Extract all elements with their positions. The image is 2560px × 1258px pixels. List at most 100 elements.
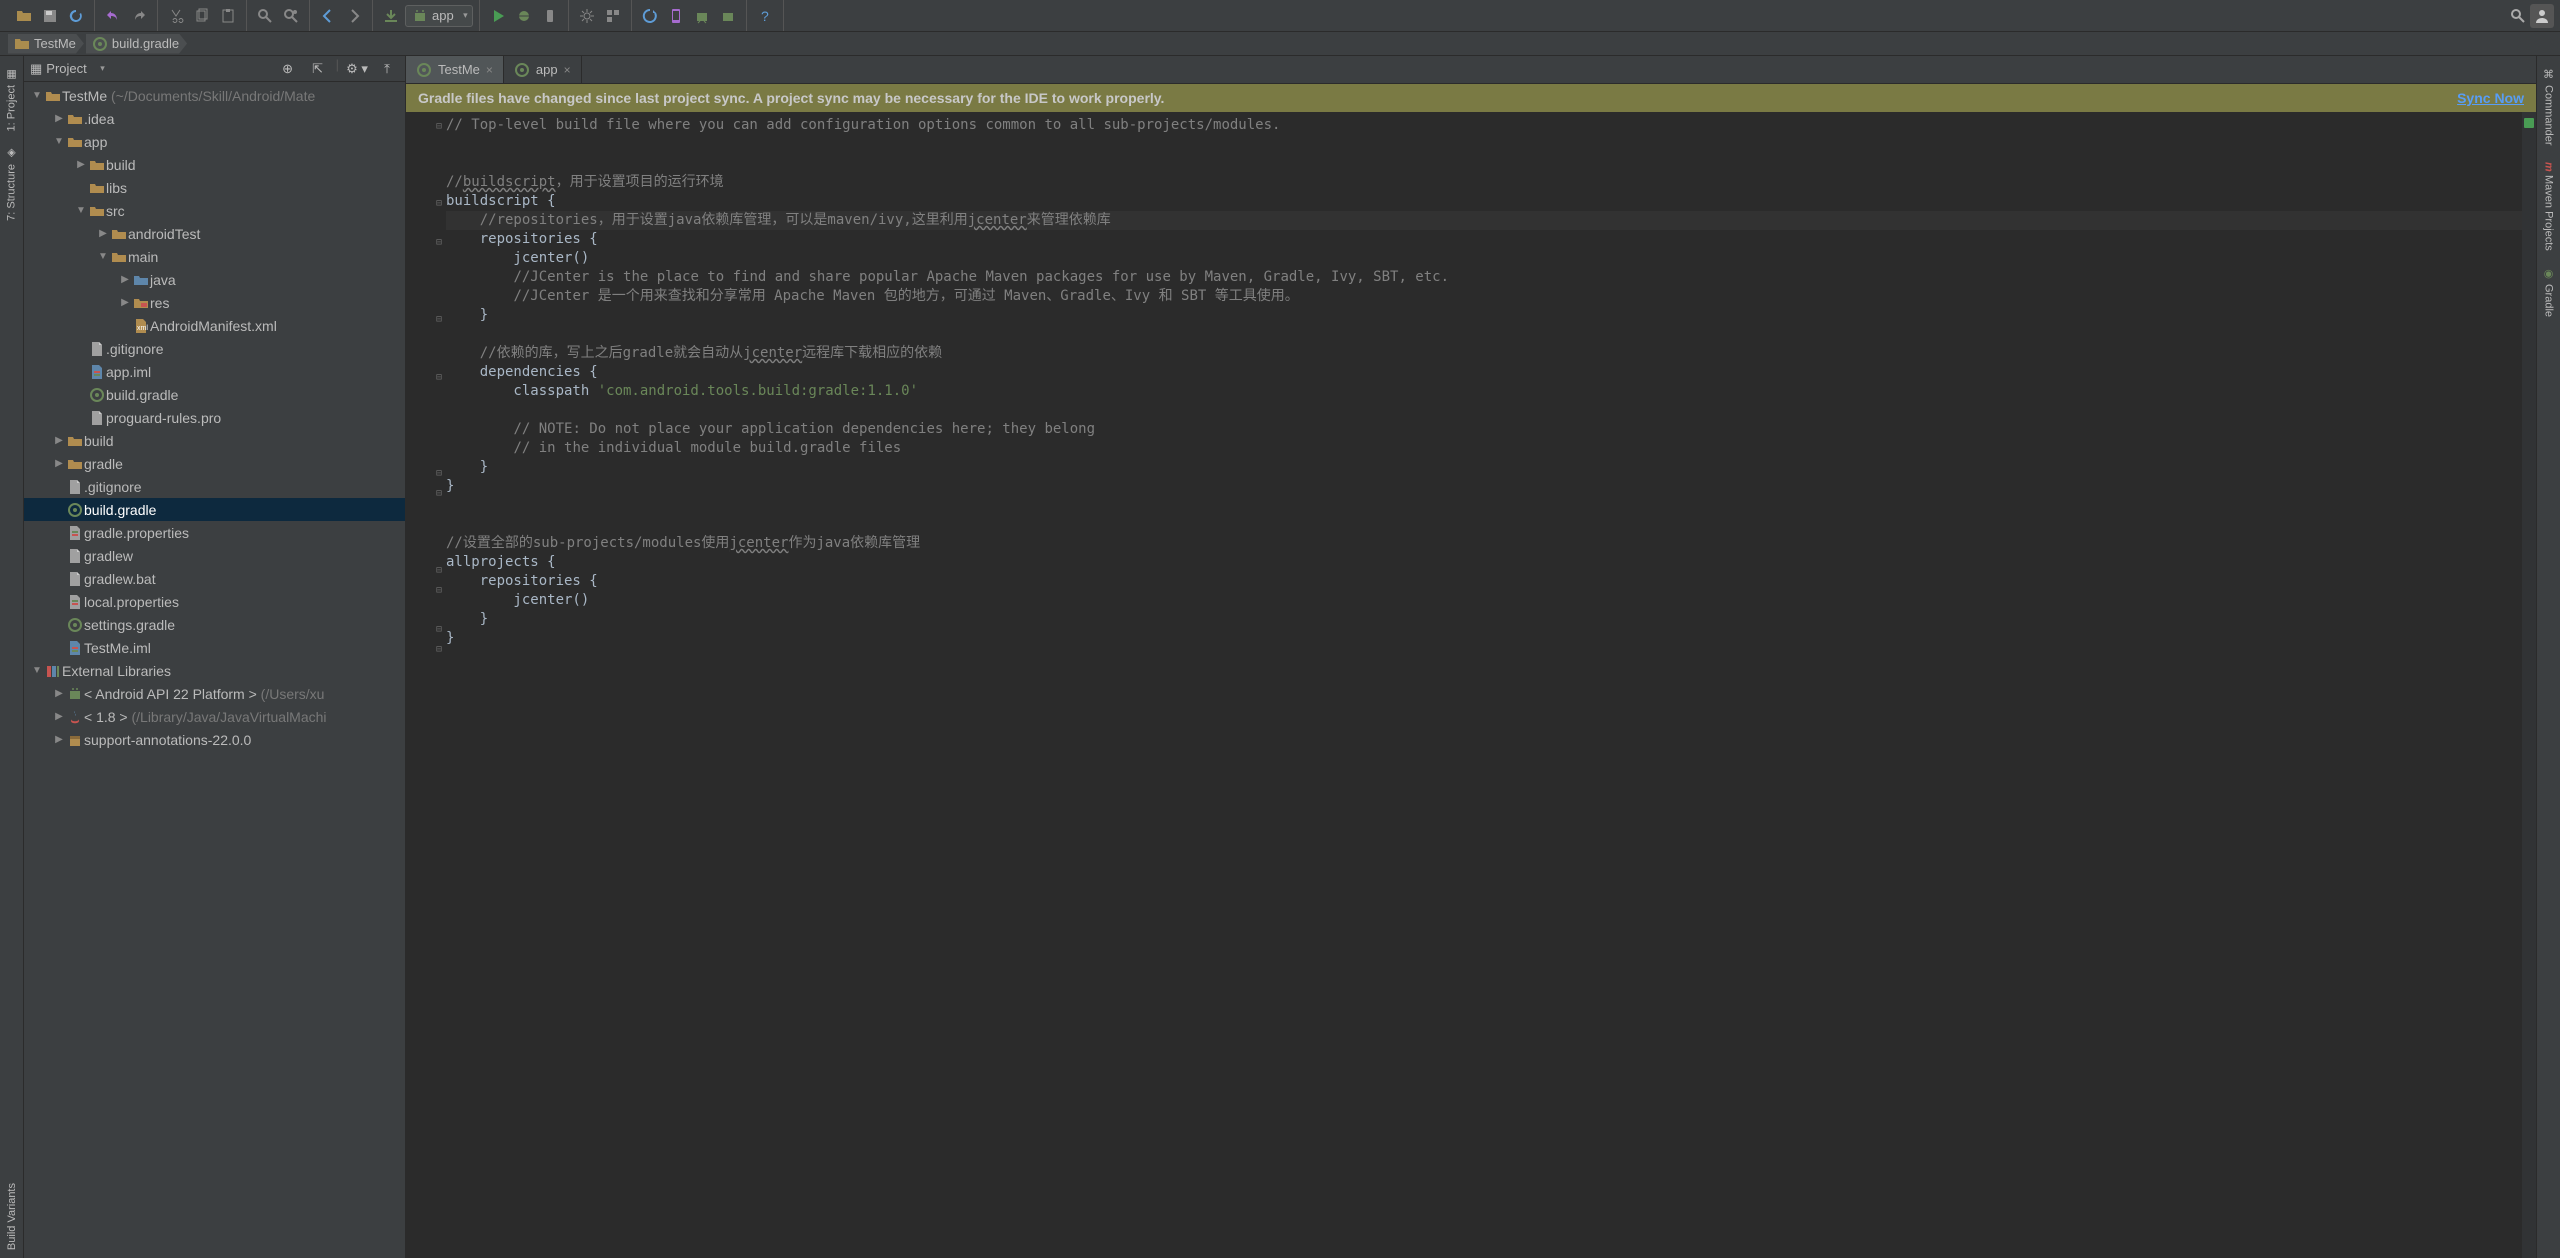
save-all-icon[interactable]: [38, 4, 62, 28]
breadcrumb-item[interactable]: TestMe: [8, 34, 84, 54]
tree-arrow-icon[interactable]: ▶: [52, 688, 66, 699]
tree-arrow-icon[interactable]: ▶: [52, 113, 66, 124]
settings-icon[interactable]: [575, 4, 599, 28]
close-icon[interactable]: ×: [486, 63, 493, 77]
tree-item[interactable]: ▶res: [24, 291, 405, 314]
debug-icon[interactable]: [512, 4, 536, 28]
tree-item[interactable]: settings.gradle: [24, 613, 405, 636]
tree-item[interactable]: ▼main: [24, 245, 405, 268]
editor-tab-testme[interactable]: TestMe ×: [406, 56, 504, 83]
project-view-dropdown[interactable]: Project: [42, 59, 108, 78]
tree-arrow-icon[interactable]: ▶: [96, 228, 110, 239]
make-project-icon[interactable]: [379, 4, 403, 28]
tree-arrow-icon[interactable]: ▼: [52, 136, 66, 147]
tool-window-commander[interactable]: ⌘ Commander: [2540, 60, 2557, 154]
tree-arrow-icon[interactable]: ▼: [30, 90, 44, 101]
tree-item-label: settings.gradle: [84, 617, 175, 633]
user-icon[interactable]: [2530, 4, 2554, 28]
tree-arrow-icon[interactable]: ▶: [118, 297, 132, 308]
back-icon[interactable]: [316, 4, 340, 28]
attach-debugger-icon[interactable]: [538, 4, 562, 28]
replace-icon[interactable]: [279, 4, 303, 28]
tree-item-label: java: [150, 272, 176, 288]
tool-window-gradle[interactable]: ◉ Gradle: [2540, 259, 2557, 325]
collapse-all-icon[interactable]: ⇱: [306, 57, 330, 81]
tool-window-maven[interactable]: m Maven Projects: [2541, 154, 2557, 260]
tree-arrow-icon[interactable]: ▶: [52, 458, 66, 469]
tree-item[interactable]: gradle.properties: [24, 521, 405, 544]
tree-arrow-icon[interactable]: ▶: [118, 274, 132, 285]
redo-icon[interactable]: [127, 4, 151, 28]
tree-item[interactable]: ▶build: [24, 429, 405, 452]
tree-item[interactable]: proguard-rules.pro: [24, 406, 405, 429]
tool-window-project[interactable]: 1: Project ▦: [3, 60, 20, 139]
editor-tab-app[interactable]: app ×: [504, 56, 582, 83]
cut-icon[interactable]: [164, 4, 188, 28]
tree-item[interactable]: build.gradle: [24, 383, 405, 406]
tree-item[interactable]: xmlAndroidManifest.xml: [24, 314, 405, 337]
tree-item[interactable]: ▼TestMe (~/Documents/Skill/Android/Mate: [24, 84, 405, 107]
tree-item[interactable]: ▼src: [24, 199, 405, 222]
scroll-from-source-icon[interactable]: ⊕: [276, 57, 300, 81]
lib-icon: [44, 663, 62, 679]
forward-icon[interactable]: [342, 4, 366, 28]
copy-icon[interactable]: [190, 4, 214, 28]
folder-icon: [88, 180, 106, 196]
project-tree[interactable]: ▼TestMe (~/Documents/Skill/Android/Mate▶…: [24, 82, 405, 1258]
tool-window-build-variants[interactable]: Build Variants: [4, 1175, 20, 1258]
tree-item[interactable]: ▶build: [24, 153, 405, 176]
avd-manager-icon[interactable]: [664, 4, 688, 28]
tree-item[interactable]: ▶support-annotations-22.0.0: [24, 728, 405, 751]
sync-now-link[interactable]: Sync Now: [2457, 90, 2524, 106]
tree-item[interactable]: ▶gradle: [24, 452, 405, 475]
tree-item[interactable]: ▼app: [24, 130, 405, 153]
tree-arrow-icon[interactable]: ▼: [96, 251, 110, 262]
tree-item[interactable]: TestMe.iml: [24, 636, 405, 659]
code-editor[interactable]: ⊟⊟⊟⊟⊟⊟⊟⊟⊟⊟⊟ // Top-level build file wher…: [406, 112, 2536, 1258]
open-icon[interactable]: [12, 4, 36, 28]
gradle-icon: [88, 387, 106, 403]
folder-icon: [88, 157, 106, 173]
tree-item[interactable]: local.properties: [24, 590, 405, 613]
close-icon[interactable]: ×: [564, 63, 571, 77]
tree-item[interactable]: libs: [24, 176, 405, 199]
hide-icon[interactable]: ⤒: [375, 57, 399, 81]
tree-item[interactable]: ▶androidTest: [24, 222, 405, 245]
tree-item[interactable]: ▶< 1.8 > (/Library/Java/JavaVirtualMachi: [24, 705, 405, 728]
tree-arrow-icon[interactable]: ▼: [74, 205, 88, 216]
sync-icon[interactable]: [64, 4, 88, 28]
find-icon[interactable]: [253, 4, 277, 28]
undo-icon[interactable]: [101, 4, 125, 28]
breadcrumb-item[interactable]: build.gradle: [86, 34, 187, 54]
tree-item[interactable]: build.gradle: [24, 498, 405, 521]
tree-arrow-icon[interactable]: ▶: [52, 711, 66, 722]
paste-icon[interactable]: [216, 4, 240, 28]
tree-item[interactable]: ▶< Android API 22 Platform > (/Users/xu: [24, 682, 405, 705]
search-everywhere-icon[interactable]: [2506, 4, 2530, 28]
gear-icon[interactable]: ⚙ ▾: [345, 57, 369, 81]
android-monitor-icon[interactable]: [716, 4, 740, 28]
tree-item[interactable]: ▼External Libraries: [24, 659, 405, 682]
tree-item[interactable]: gradlew: [24, 544, 405, 567]
props-icon: [66, 525, 84, 541]
sync-gradle-icon[interactable]: [638, 4, 662, 28]
tree-item[interactable]: app.iml: [24, 360, 405, 383]
help-icon[interactable]: ?: [753, 4, 777, 28]
tree-item[interactable]: ▶ java: [24, 268, 405, 291]
run-configuration-select[interactable]: app: [405, 5, 473, 27]
tree-arrow-icon[interactable]: ▶: [74, 159, 88, 170]
tree-item[interactable]: .gitignore: [24, 337, 405, 360]
tree-item[interactable]: ▶.idea: [24, 107, 405, 130]
breadcrumb-label: build.gradle: [112, 36, 179, 51]
tree-arrow-icon[interactable]: ▼: [30, 665, 44, 676]
project-structure-icon[interactable]: [601, 4, 625, 28]
tool-window-structure[interactable]: 7: Structure ◈: [3, 139, 20, 229]
tree-arrow-icon[interactable]: ▶: [52, 734, 66, 745]
tree-item[interactable]: .gitignore: [24, 475, 405, 498]
editor-tabs: TestMe × app ×: [406, 56, 2536, 84]
sdk-manager-icon[interactable]: [690, 4, 714, 28]
run-icon[interactable]: [486, 4, 510, 28]
tree-item[interactable]: gradlew.bat: [24, 567, 405, 590]
code-content[interactable]: // Top-level build file where you can ad…: [446, 112, 2522, 1258]
tree-arrow-icon[interactable]: ▶: [52, 435, 66, 446]
